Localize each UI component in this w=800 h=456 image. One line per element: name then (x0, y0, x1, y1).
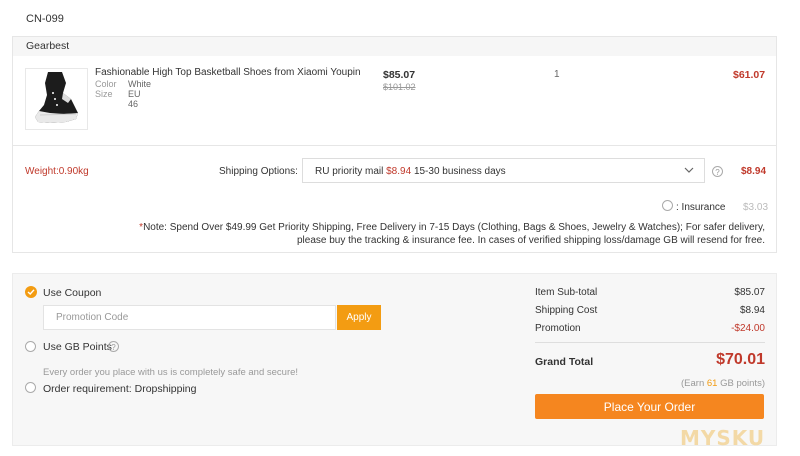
package-weight: Weight:0.90kg (25, 166, 89, 177)
grand-total-value: $70.01 (716, 351, 765, 368)
store-header-bar (13, 37, 776, 56)
question-icon[interactable]: ? (712, 166, 723, 177)
attr-size-key: Size (95, 89, 113, 99)
product-old-price: $101.02 (383, 82, 416, 92)
shipping-note: *Note: Spend Over $49.99 Get Priority Sh… (120, 221, 765, 247)
gb-points-radio[interactable] (25, 341, 36, 352)
shipping-method-select[interactable]: RU priority mail $8.94 15-30 business da… (302, 158, 705, 183)
earn-suffix: GB points) (720, 378, 765, 389)
security-notice: Every order you place with us is complet… (43, 367, 299, 378)
use-coupon-label[interactable]: Use Coupon (43, 287, 101, 299)
shipping-method-name: RU priority mail (315, 166, 384, 177)
coupon-checkbox[interactable] (25, 286, 37, 298)
promotion-value: -$24.00 (731, 323, 765, 334)
attr-size-value: EU 46 (128, 89, 141, 109)
chevron-down-icon (684, 167, 694, 173)
summary-divider (535, 342, 765, 343)
earn-points-count: 61 (706, 378, 718, 389)
shipping-options-label: Shipping Options: (219, 166, 298, 177)
attr-color-key: Color (95, 79, 117, 89)
line-total: $61.07 (733, 69, 766, 81)
promotion-label: Promotion (535, 323, 581, 334)
basketball-shoe-image (35, 72, 78, 123)
dropshipping-radio[interactable] (25, 382, 36, 393)
insurance-cost: $3.03 (743, 202, 769, 213)
attr-color-value: White (128, 79, 152, 89)
product-price: $85.07 (383, 69, 416, 81)
product-name[interactable]: Fashionable High Top Basketball Shoes fr… (95, 67, 361, 78)
order-requirement-label[interactable]: Order requirement: Dropshipping (43, 383, 197, 395)
insurance-label[interactable]: : Insurance (676, 202, 725, 213)
shipping-method-days: 15-30 business days (413, 166, 506, 177)
country-code: CN-099 (26, 13, 64, 25)
shipping-cost-value: $8.94 (739, 305, 765, 316)
subtotal-value: $85.07 (734, 287, 765, 298)
check-icon (27, 289, 35, 295)
checkout-summary-box (12, 273, 777, 446)
shipping-method-price: $8.94 (386, 166, 412, 177)
grand-total-label: Grand Total (535, 356, 594, 368)
shipping-cost-label: Shipping Cost (535, 305, 598, 316)
product-quantity: 1 (554, 69, 560, 80)
note-text: Note: Spend Over $49.99 Get Priority Shi… (143, 222, 765, 246)
earn-points-text: (Earn 61 GB points) (681, 378, 765, 389)
section-divider (13, 145, 776, 146)
product-thumbnail[interactable] (25, 68, 88, 130)
shipping-cost: $8.94 (741, 166, 767, 177)
insurance-radio[interactable] (662, 200, 673, 211)
earn-prefix: (Earn (681, 378, 705, 389)
shipping-method-value: RU priority mail $8.94 15-30 business da… (315, 166, 506, 177)
question-icon[interactable]: ? (108, 341, 119, 352)
promotion-code-input[interactable] (43, 305, 336, 330)
use-gb-points-label[interactable]: Use GB Points (43, 341, 112, 353)
place-order-button[interactable]: Place Your Order (535, 394, 764, 419)
apply-coupon-button[interactable]: Apply (337, 305, 381, 330)
mysku-watermark: MYSKU (680, 426, 766, 450)
subtotal-label: Item Sub-total (535, 287, 598, 298)
store-name: Gearbest (26, 40, 70, 52)
